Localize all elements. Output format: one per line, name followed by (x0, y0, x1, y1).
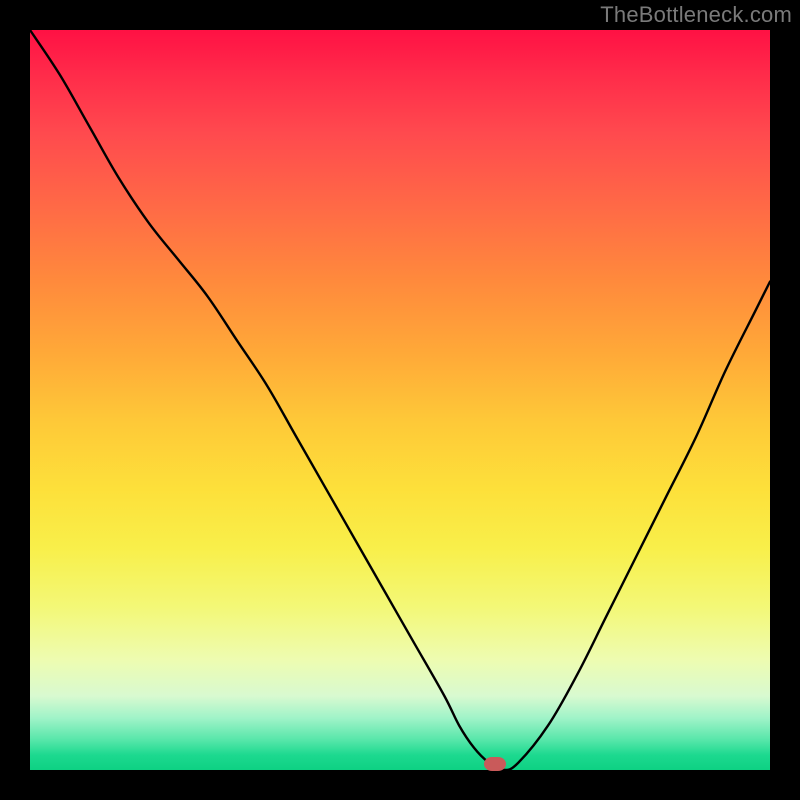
plot-area (30, 30, 770, 770)
bottleneck-curve (30, 30, 770, 770)
curve-svg (30, 30, 770, 770)
watermark-text: TheBottleneck.com (600, 2, 792, 28)
chart-frame: TheBottleneck.com (0, 0, 800, 800)
optimum-marker (484, 757, 506, 771)
